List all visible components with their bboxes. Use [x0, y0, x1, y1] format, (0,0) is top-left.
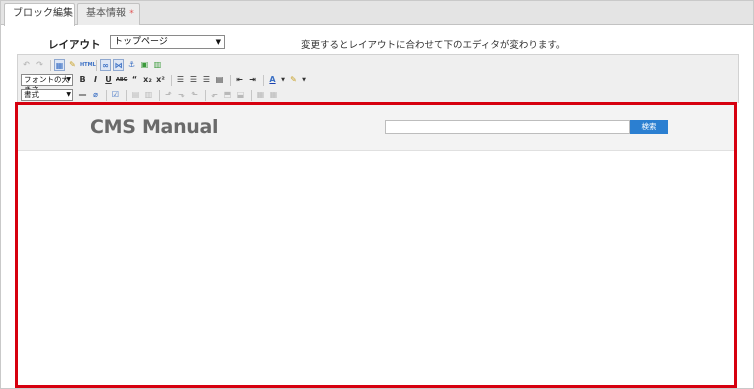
toolbar-separator — [96, 59, 97, 71]
checkbox-icon[interactable]: ☑ — [110, 89, 121, 101]
undo-icon[interactable]: ↶ — [21, 59, 32, 71]
chevron-down-icon[interactable]: ▼ — [301, 74, 307, 86]
unsaved-marker: * — [129, 9, 134, 19]
toolbar-separator — [159, 89, 160, 101]
subscript-icon[interactable]: x₂ — [142, 74, 153, 86]
redo-icon[interactable]: ↷ — [34, 59, 45, 71]
eraser-icon[interactable]: ⌀ — [90, 89, 101, 101]
site-header-preview: CMS Manual 検索 — [18, 105, 734, 151]
blockquote-icon[interactable]: “ — [129, 74, 140, 86]
cell-props-icon[interactable]: ⬒ — [222, 89, 233, 101]
image-icon[interactable]: ▣ — [139, 59, 150, 71]
editor-content-area[interactable]: CMS Manual 検索 — [15, 102, 737, 388]
dropdown-arrow-icon: ▼ — [215, 38, 221, 46]
anchor-icon[interactable]: ⚓ — [126, 59, 137, 71]
toolbar-separator — [171, 74, 172, 86]
toolbar-row-3: 書式 ▼ — ⌀ ☑ ▤ ▥ ⬏ ⬎ ⬑ ⬐ ⬒ ⬓ ▦ ▦ — [21, 88, 281, 102]
tab-basic-info[interactable]: 基本情報 * — [77, 3, 140, 25]
dropdown-arrow-icon: ▼ — [66, 76, 71, 83]
search-input[interactable] — [385, 120, 630, 134]
insert-row-icon[interactable]: ▤ — [130, 89, 141, 101]
toolbar-separator — [230, 74, 231, 86]
layout-hint: 変更するとレイアウトに合わせて下のエディタが変わります。 — [301, 40, 566, 51]
split-cell-icon[interactable]: ⬐ — [209, 89, 220, 101]
layout-select[interactable]: トップページ ▼ — [110, 35, 225, 49]
link-icon[interactable]: ∞ — [100, 59, 111, 71]
unlink-icon[interactable]: ⋈ — [113, 59, 124, 71]
toolbar-row-1: ↶ ↷ ▦ ✎ HTML ∞ ⋈ ⚓ ▣ ▥ — [21, 58, 165, 72]
indent-icon[interactable]: ⇥ — [247, 74, 258, 86]
horizontal-rule-icon[interactable]: — — [77, 89, 88, 101]
strikethrough-icon[interactable]: ABC — [116, 74, 127, 86]
merge-cell-icon[interactable]: ⬑ — [189, 89, 200, 101]
align-left-icon[interactable]: ☰ — [175, 74, 186, 86]
delete-col-icon[interactable]: ⬎ — [176, 89, 187, 101]
font-size-select[interactable]: フォントの大きさ ▼ — [21, 74, 73, 94]
chevron-down-icon[interactable]: ▼ — [280, 74, 286, 86]
tab-block-edit-label: ブロック編集 — [13, 8, 73, 19]
text-color-icon[interactable]: A — [267, 74, 278, 86]
grid-icon[interactable]: ▦ — [255, 89, 266, 101]
outdent-icon[interactable]: ⇤ — [234, 74, 245, 86]
spellcheck-icon[interactable]: ✎ — [67, 59, 78, 71]
layout-select-value: トップページ — [114, 37, 168, 47]
format-select[interactable]: 書式 ▼ — [21, 89, 73, 101]
underline-icon[interactable]: U — [103, 74, 114, 86]
table-icon[interactable]: ▥ — [152, 59, 163, 71]
italic-icon[interactable]: I — [90, 74, 101, 86]
grid-icon[interactable]: ▦ — [268, 89, 279, 101]
tab-block-edit[interactable]: ブロック編集 — [4, 3, 75, 26]
toolbar-separator — [126, 89, 127, 101]
bold-icon[interactable]: B — [77, 74, 88, 86]
table-props-icon[interactable]: ⬓ — [235, 89, 246, 101]
superscript-icon[interactable]: x² — [155, 74, 166, 86]
layout-label: レイアウト — [48, 39, 101, 51]
tab-basic-info-label: 基本情報 — [86, 8, 126, 19]
toolbar-row-2: フォントの大きさ ▼ B I U ABC “ x₂ x² ☰ ☰ ☰ ▤ ⇤ ⇥… — [21, 73, 309, 94]
search-button[interactable]: 検索 — [630, 120, 668, 134]
insert-col-icon[interactable]: ▥ — [143, 89, 154, 101]
tab-bar: ブロック編集 基本情報 * — [1, 1, 753, 26]
page: ブロック編集 基本情報 * レイアウト トップページ ▼ 変更するとレイアウトに… — [0, 0, 754, 389]
format-select-value: 書式 — [24, 90, 39, 99]
toolbar-separator — [205, 89, 206, 101]
site-title: CMS Manual — [90, 116, 219, 138]
toolbar-separator — [50, 59, 51, 71]
show-blocks-icon[interactable]: ▦ — [54, 59, 65, 71]
editor-toolbar: ↶ ↷ ▦ ✎ HTML ∞ ⋈ ⚓ ▣ ▥ フォントの大きさ ▼ B I U … — [17, 54, 739, 103]
layout-row: レイアウト トップページ ▼ 変更するとレイアウトに合わせて下のエディタが変わり… — [1, 33, 753, 51]
dropdown-arrow-icon: ▼ — [66, 91, 71, 98]
toolbar-separator — [263, 74, 264, 86]
html-source-icon[interactable]: HTML — [80, 59, 96, 71]
align-right-icon[interactable]: ☰ — [201, 74, 212, 86]
align-justify-icon[interactable]: ▤ — [214, 74, 225, 86]
toolbar-separator — [106, 89, 107, 101]
toolbar-separator — [251, 89, 252, 101]
align-center-icon[interactable]: ☰ — [188, 74, 199, 86]
background-color-icon[interactable]: ✎ — [288, 74, 299, 86]
delete-row-icon[interactable]: ⬏ — [163, 89, 174, 101]
